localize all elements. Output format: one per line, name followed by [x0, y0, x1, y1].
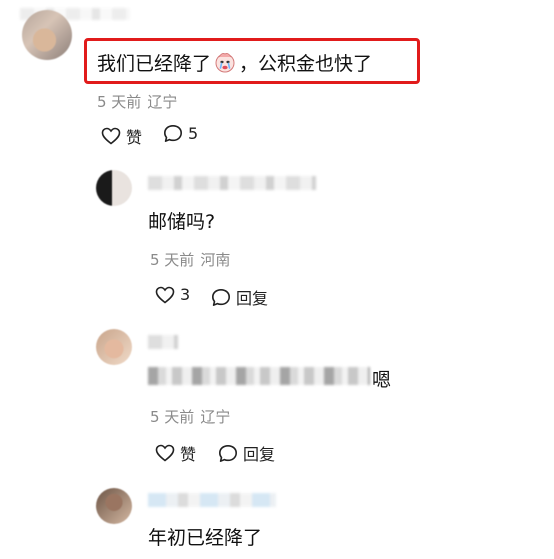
reply-location: 河南: [200, 251, 231, 269]
reply-text: 嗯: [372, 369, 392, 391]
like-button[interactable]: 3: [155, 285, 190, 304]
heart-icon: [155, 444, 175, 462]
username-blurred: [148, 493, 276, 507]
comment-bubble-icon: [219, 444, 237, 462]
reply-count: 5: [188, 124, 199, 143]
reply-meta: 5 天前 河南: [150, 249, 230, 270]
reply-label: 回复: [243, 445, 276, 464]
comment-meta: 5 天前 辽宁: [97, 91, 177, 112]
like-button[interactable]: 赞: [101, 124, 142, 148]
comment-text-part1: 我们已经降了: [97, 53, 212, 75]
reply-text: 邮储吗?: [148, 211, 216, 233]
comment-bubble-icon: [212, 288, 230, 306]
reply-label: 回复: [236, 289, 269, 308]
avatar[interactable]: [22, 10, 72, 60]
heart-icon: [155, 286, 175, 304]
heart-icon: [101, 127, 121, 145]
reply-button[interactable]: 5: [163, 124, 198, 143]
reply-time: 5 天前: [150, 408, 195, 426]
comment-time: 5 天前: [97, 93, 142, 111]
reply-text-blurred: [148, 367, 370, 385]
avatar[interactable]: [96, 329, 132, 365]
username-blurred: [148, 176, 316, 190]
comment-text-part2: ，公积金也快了: [239, 53, 373, 75]
reply-text: 年初已经降了: [148, 527, 263, 549]
like-button[interactable]: 赞: [155, 441, 196, 465]
comment-text: 我们已经降了 ，公积金也快了: [97, 49, 372, 76]
like-label: 赞: [126, 128, 143, 147]
like-label: 赞: [180, 445, 197, 464]
reply-time: 5 天前: [150, 251, 195, 269]
like-count: 3: [180, 285, 191, 304]
username-blurred: [148, 335, 178, 349]
reply-location: 辽宁: [200, 408, 231, 426]
comment-location: 辽宁: [147, 93, 178, 111]
reply-meta: 5 天前 辽宁: [150, 406, 230, 427]
comment-thread: 我们已经降了 ，公积金也快了 5 天前辽宁 赞 5 邮储吗? 5 天前河南: [0, 0, 554, 559]
crying-face-emoji-icon: [213, 50, 237, 74]
reply-button[interactable]: 回复: [211, 285, 268, 309]
reply-button[interactable]: 回复: [218, 441, 275, 465]
avatar[interactable]: [96, 488, 132, 524]
avatar[interactable]: [96, 170, 132, 206]
comment-bubble-icon: [164, 125, 182, 142]
